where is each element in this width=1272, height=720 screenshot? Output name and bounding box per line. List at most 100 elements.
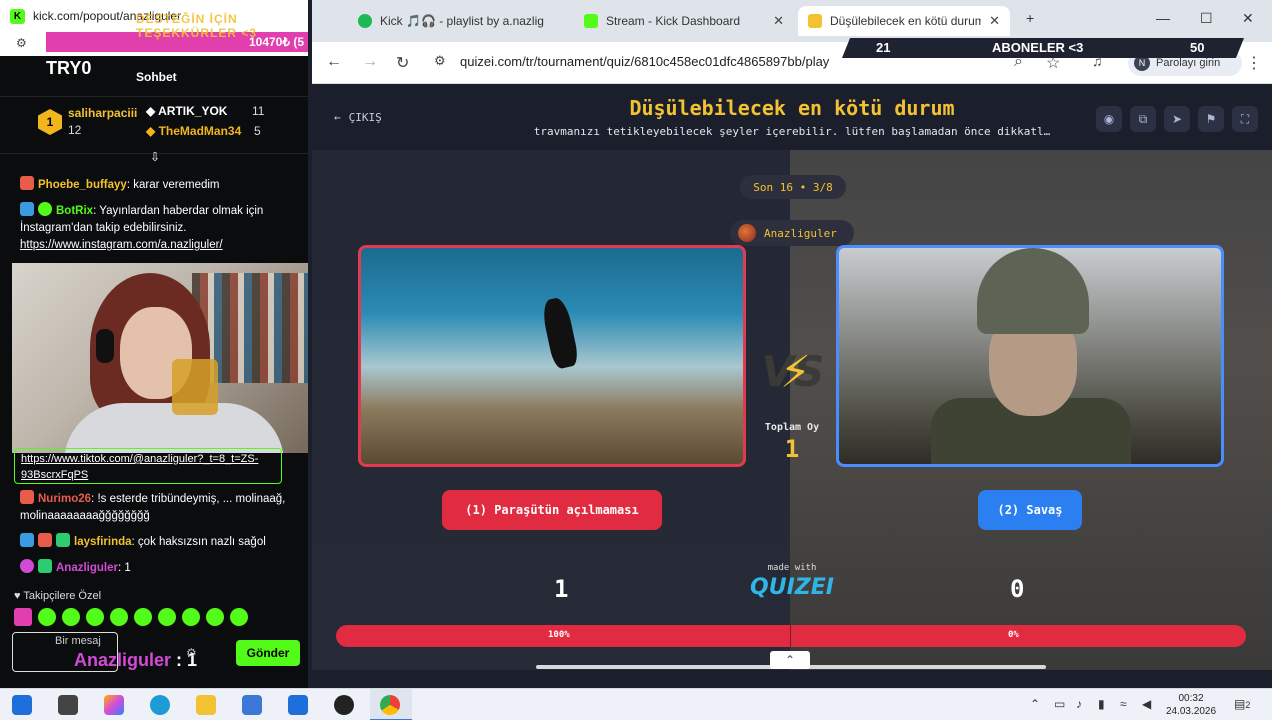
- emote-icon[interactable]: [230, 608, 248, 626]
- close-tab-icon[interactable]: ✕: [989, 13, 1000, 29]
- fullscreen-icon[interactable]: ⛶: [1232, 106, 1258, 132]
- quiz-header: ← ÇIKIŞ Düşülebilecek en kötü durum trav…: [312, 85, 1272, 150]
- pinned-link: https://www.tiktok.com/@anazliguler?_t=8…: [14, 448, 282, 484]
- battery-icon[interactable]: ▮: [1098, 697, 1105, 711]
- emote-icon[interactable]: [38, 608, 56, 626]
- leader-name-3[interactable]: ◆ TheMadMan34: [146, 124, 241, 138]
- chat-username[interactable]: BotRix: [56, 205, 93, 217]
- sub-current: 21: [876, 40, 891, 55]
- emote-icon[interactable]: [62, 608, 80, 626]
- site-info-icon[interactable]: ⚙: [434, 53, 446, 69]
- emote-icon[interactable]: [134, 608, 152, 626]
- emote-icon[interactable]: [110, 608, 128, 626]
- option-left-image[interactable]: [358, 245, 746, 467]
- tiktok-link[interactable]: https://www.tiktok.com/@anazliguler?_t=8…: [21, 453, 258, 481]
- task-view-icon[interactable]: [58, 695, 78, 715]
- flag-icon[interactable]: ⚑: [1198, 106, 1224, 132]
- volume-icon[interactable]: ◀: [1142, 697, 1151, 711]
- drinking-glass: [172, 359, 218, 415]
- rank-badge: 1: [38, 109, 62, 135]
- quiz-page: ← ÇIKIŞ Düşülebilecek en kötü durum trav…: [312, 85, 1272, 670]
- option-right-image[interactable]: [836, 245, 1224, 467]
- leader-count-3: 5: [254, 124, 261, 138]
- skydiver-figure: [540, 296, 580, 370]
- chat-username[interactable]: Nurimo26: [38, 493, 91, 505]
- tab-quizei[interactable]: Düşülebilecek en kötü durum - ✕: [798, 6, 1010, 36]
- chat-username[interactable]: Anazliguler: [56, 562, 118, 574]
- wifi-icon[interactable]: ≈: [1120, 697, 1127, 711]
- emote-icon[interactable]: [86, 608, 104, 626]
- tab-kick-dashboard[interactable]: Stream - Kick Dashboard ✕: [574, 6, 794, 36]
- chat-username[interactable]: Phoebe_buffayy: [38, 179, 127, 191]
- round-badge: Son 16 • 3/8: [740, 175, 846, 199]
- leader-name-2-label: ARTIK_YOK: [158, 104, 228, 118]
- notification-icon[interactable]: ▤2: [1234, 697, 1250, 711]
- percent-left: 100%: [548, 630, 570, 640]
- percent-right: 0%: [1008, 630, 1019, 640]
- subscriber-goal-overlay: 21 ABONELER <3 50: [842, 38, 1244, 58]
- gear-icon[interactable]: ⚙: [186, 646, 197, 660]
- chevron-up-icon[interactable]: ⌃: [770, 651, 810, 669]
- followers-only-text: Takipçilere Özel: [23, 590, 102, 602]
- chat-message: Phoebe_buffayy: karar veremedim: [20, 176, 300, 194]
- leader-name-1[interactable]: saliharpaciii: [68, 106, 137, 120]
- start-icon[interactable]: [12, 695, 32, 715]
- back-icon[interactable]: ←: [326, 53, 342, 71]
- kick-icon: K: [10, 8, 25, 24]
- soldier-helmet: [977, 248, 1089, 334]
- reload-icon[interactable]: ↻: [396, 53, 409, 73]
- close-window-icon[interactable]: ✕: [1242, 10, 1254, 27]
- chat-text: çok haksızsın nazlı sağol: [137, 536, 266, 548]
- chrome-icon[interactable]: [380, 695, 400, 715]
- quizei-icon: [808, 14, 822, 28]
- leader-name-2[interactable]: ◆ ARTIK_YOK: [146, 104, 227, 118]
- vs-logo: VS ⚡: [758, 347, 828, 407]
- notification-count: 2: [1245, 700, 1251, 710]
- eye-icon[interactable]: ◉: [1096, 106, 1122, 132]
- instagram-link[interactable]: https://www.instagram.com/a.nazliguler/: [20, 239, 223, 251]
- send-button[interactable]: Gönder: [236, 640, 300, 666]
- close-tab-icon[interactable]: ✕: [773, 13, 784, 29]
- tab-spotify-label: Kick 🎵🎧 - playlist by a.nazlig: [380, 14, 544, 28]
- chat-message: Anazliguler: 1: [20, 559, 300, 577]
- overlay-last-voter: Anazliguler : 1: [74, 650, 197, 671]
- minimize-icon[interactable]: —: [1156, 10, 1170, 26]
- lightning-icon: ⚡: [780, 347, 811, 398]
- scroll-down-icon[interactable]: ⇩: [150, 150, 160, 164]
- forward-icon[interactable]: →: [362, 53, 378, 71]
- outlook-icon[interactable]: [288, 695, 308, 715]
- leader-name-3-label: TheMadMan34: [158, 124, 242, 138]
- gift-leaderboard: 1 saliharpaciii 12 ◆ ARTIK_YOK 11 ◆ TheM…: [0, 96, 308, 154]
- store-icon[interactable]: [242, 695, 262, 715]
- maximize-icon[interactable]: ☐: [1200, 10, 1213, 27]
- total-votes-value: 1: [784, 435, 800, 463]
- emote-icon[interactable]: [206, 608, 224, 626]
- avatar[interactable]: [14, 608, 32, 626]
- share-icon[interactable]: ⧉: [1130, 106, 1156, 132]
- file-explorer-icon[interactable]: [196, 695, 216, 715]
- sub-goal: 50: [1190, 40, 1205, 55]
- emote-icon[interactable]: [182, 608, 200, 626]
- choice-left-button[interactable]: (1) Paraşütün açılmaması: [442, 490, 662, 530]
- chevron-up-icon[interactable]: ⌃: [1030, 697, 1040, 711]
- score-right: 0: [1010, 575, 1025, 603]
- copilot-icon[interactable]: [104, 695, 124, 715]
- mic-icon[interactable]: ♪: [1076, 697, 1082, 711]
- edge-icon[interactable]: [150, 695, 170, 715]
- menu-icon[interactable]: ⋮: [1246, 53, 1262, 73]
- site-settings-icon[interactable]: ⚙: [16, 36, 27, 50]
- emote-icon[interactable]: [158, 608, 176, 626]
- badge-icon: [20, 533, 34, 547]
- headset: [96, 329, 114, 363]
- badge-icon: [20, 490, 34, 504]
- meet-icon[interactable]: ▭: [1054, 697, 1065, 711]
- system-clock[interactable]: 00:32 24.03.2026: [1160, 692, 1222, 718]
- url-field[interactable]: quizei.com/tr/tournament/quiz/6810c458ec…: [460, 54, 829, 69]
- send-icon[interactable]: ➤: [1164, 106, 1190, 132]
- choice-right-button[interactable]: (2) Savaş: [978, 490, 1082, 530]
- obs-icon[interactable]: [334, 695, 354, 715]
- chat-username[interactable]: laysfirinda: [74, 536, 132, 548]
- tab-spotify[interactable]: Kick 🎵🎧 - playlist by a.nazlig: [348, 6, 568, 36]
- mic-badge-icon: [20, 559, 34, 573]
- new-tab-button[interactable]: +: [1026, 10, 1034, 26]
